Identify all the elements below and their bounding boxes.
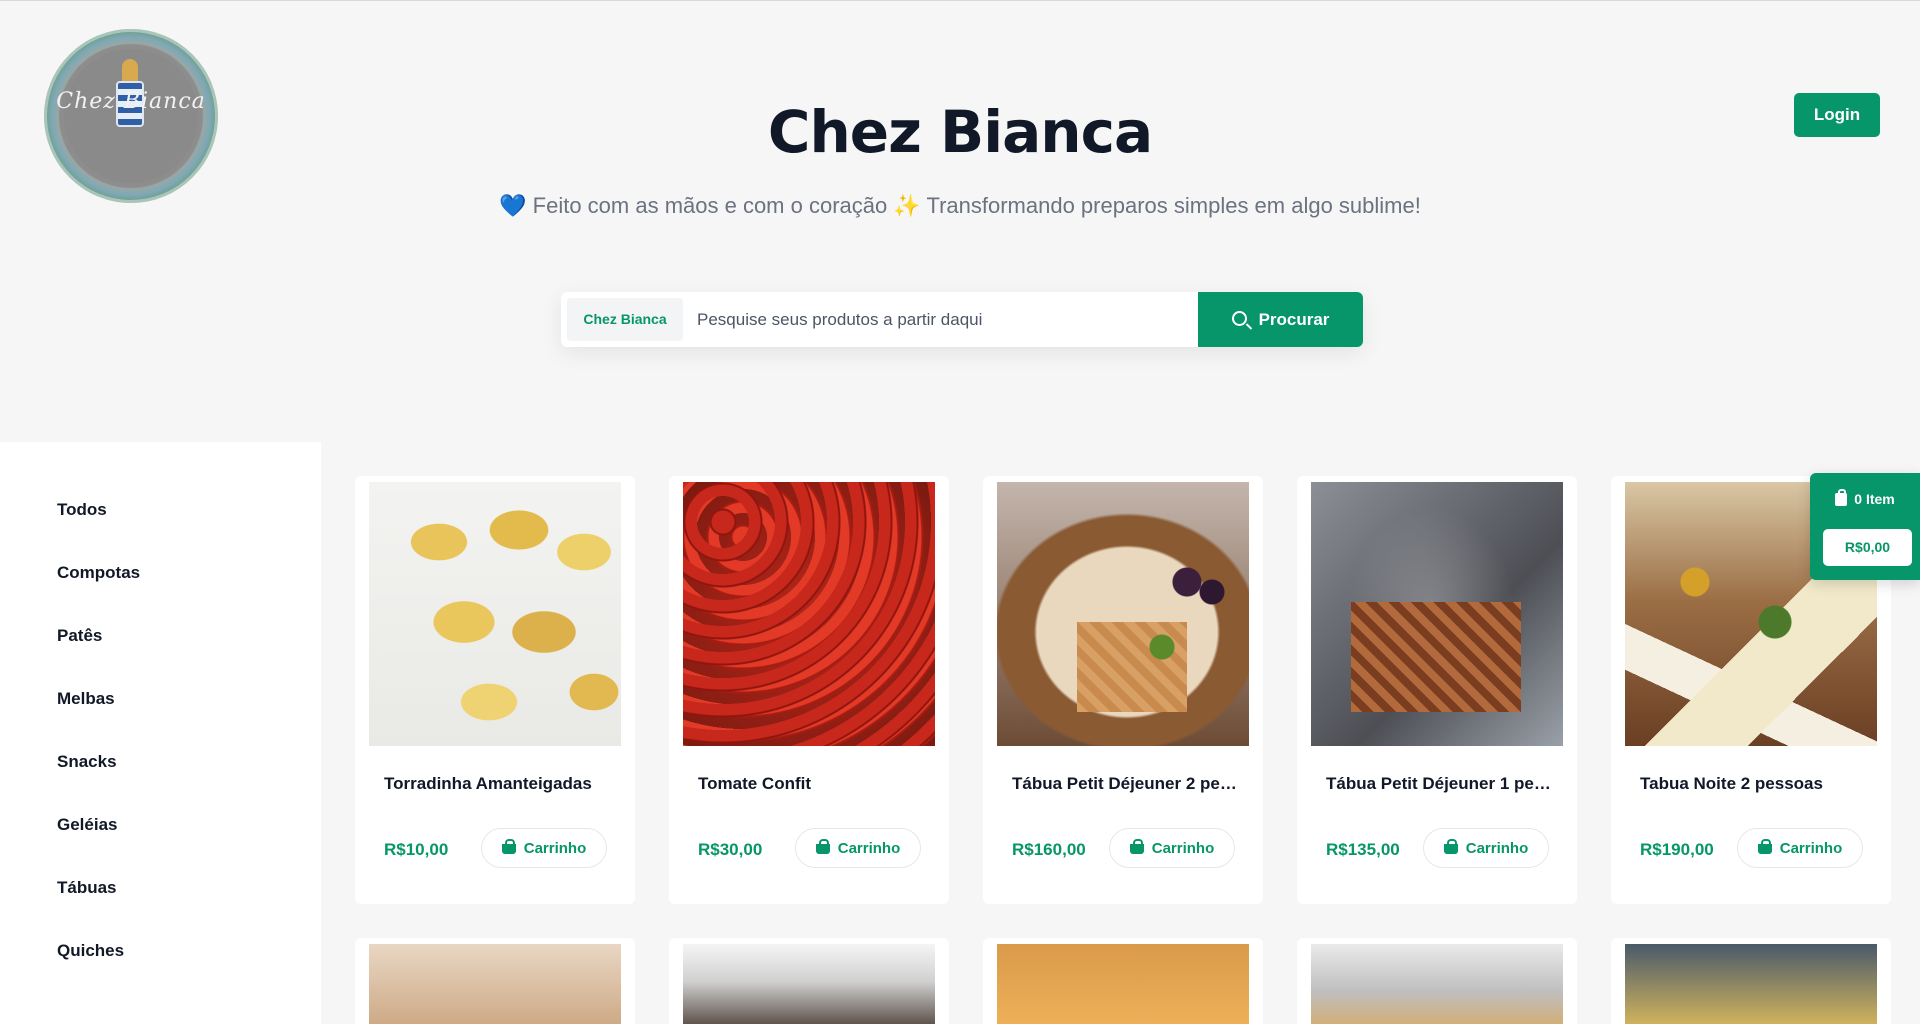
product-name[interactable]: Tomate Confit <box>698 774 928 794</box>
product-card[interactable] <box>1297 938 1577 1024</box>
basket-icon <box>1129 838 1144 854</box>
product-card[interactable]: Torradinha Amanteigadas R$10,00 Carrinho <box>355 476 635 904</box>
sidebar-item-snacks[interactable]: Snacks <box>57 752 117 772</box>
basket-icon <box>815 838 830 854</box>
product-card[interactable]: Tábua Petit Déjeuner 1 pes... R$135,00 C… <box>1297 476 1577 904</box>
product-image[interactable] <box>683 482 935 746</box>
product-image[interactable] <box>1311 482 1563 746</box>
search-input[interactable] <box>697 298 1247 341</box>
basket-icon <box>1757 838 1772 854</box>
page-subtitle: 💙 Feito com as mãos e com o coração ✨ Tr… <box>499 193 1421 218</box>
floating-cart-total: R$0,00 <box>1823 529 1912 566</box>
product-name[interactable]: Tábua Petit Déjeuner 1 pes... <box>1326 774 1556 794</box>
floating-cart-items: 0 Item <box>1810 489 1920 507</box>
sidebar-item-compotas[interactable]: Compotas <box>57 563 140 583</box>
category-sidebar: Todos Compotas Patês Melbas Snacks Geléi… <box>0 442 321 1024</box>
add-to-cart-label: Carrinho <box>523 839 587 857</box>
add-to-cart-label: Carrinho <box>1465 839 1529 857</box>
sidebar-item-pates[interactable]: Patês <box>57 626 102 646</box>
product-price: R$135,00 <box>1326 840 1400 859</box>
add-to-cart-button[interactable]: Carrinho <box>1737 828 1863 868</box>
product-image[interactable] <box>683 944 935 1024</box>
product-image[interactable] <box>1625 944 1877 1024</box>
product-card[interactable]: Tábua Petit Déjeuner 2 pes... R$160,00 C… <box>983 476 1263 904</box>
product-card[interactable] <box>355 938 635 1024</box>
product-image[interactable] <box>369 944 621 1024</box>
page-header: Chez Bianca Login Chez Bianca 💙 Feito co… <box>0 0 1920 442</box>
product-price: R$190,00 <box>1640 840 1714 859</box>
sidebar-item-geleias[interactable]: Geléias <box>57 815 118 835</box>
sidebar-item-melbas[interactable]: Melbas <box>57 689 115 709</box>
add-to-cart-label: Carrinho <box>1151 839 1215 857</box>
search-store-tag: Chez Bianca <box>567 298 683 341</box>
search-button-label: Procurar <box>1258 309 1330 329</box>
search-button[interactable]: Procurar <box>1198 292 1363 347</box>
product-card[interactable] <box>669 938 949 1024</box>
product-card[interactable] <box>1611 938 1891 1024</box>
shopping-bag-icon <box>1835 489 1848 506</box>
add-to-cart-button[interactable]: Carrinho <box>1109 828 1235 868</box>
add-to-cart-button[interactable]: Carrinho <box>795 828 921 868</box>
product-card[interactable]: Tomate Confit R$30,00 Carrinho <box>669 476 949 904</box>
product-name[interactable]: Tábua Petit Déjeuner 2 pes... <box>1012 774 1242 794</box>
product-name[interactable]: Torradinha Amanteigadas <box>384 774 614 794</box>
add-to-cart-button[interactable]: Carrinho <box>481 828 607 868</box>
floating-cart[interactable]: 0 Item R$0,00 <box>1810 473 1920 580</box>
basket-icon <box>1443 838 1458 854</box>
sidebar-item-tabuas[interactable]: Tábuas <box>57 878 117 898</box>
product-image[interactable] <box>1311 944 1563 1024</box>
basket-icon <box>501 838 516 854</box>
product-card[interactable] <box>983 938 1263 1024</box>
product-name[interactable]: Tabua Noite 2 pessoas <box>1640 774 1870 794</box>
add-to-cart-label: Carrinho <box>837 839 901 857</box>
add-to-cart-label: Carrinho <box>1779 839 1843 857</box>
product-image[interactable] <box>997 944 1249 1024</box>
add-to-cart-button[interactable]: Carrinho <box>1423 828 1549 868</box>
product-price: R$30,00 <box>698 840 763 859</box>
sidebar-item-todos[interactable]: Todos <box>57 500 107 520</box>
product-image[interactable] <box>997 482 1249 746</box>
product-price: R$160,00 <box>1012 840 1086 859</box>
product-image[interactable] <box>369 482 621 746</box>
sidebar-item-quiches[interactable]: Quiches <box>57 941 124 961</box>
product-price: R$10,00 <box>384 840 449 859</box>
search-icon <box>1231 310 1247 326</box>
search-bar: Chez Bianca Procurar <box>561 292 1363 347</box>
page-title: Chez Bianca <box>767 98 1153 166</box>
floating-cart-items-label: 0 Item <box>1854 491 1895 507</box>
